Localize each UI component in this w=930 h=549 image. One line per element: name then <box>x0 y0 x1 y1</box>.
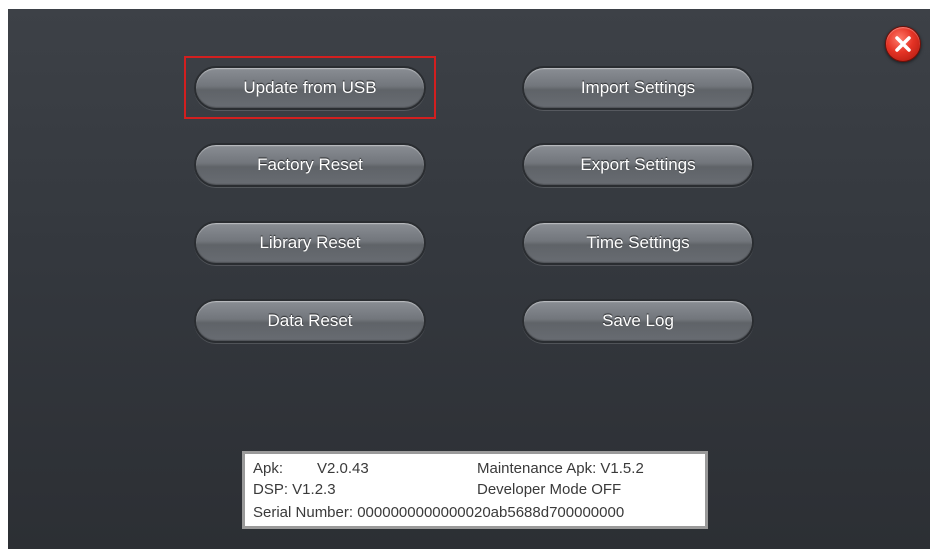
save-log-button[interactable]: Save Log <box>522 299 754 343</box>
update-from-usb-label: Update from USB <box>243 78 377 97</box>
apk-label: Apk: <box>253 460 284 477</box>
library-reset-button[interactable]: Library Reset <box>194 221 426 265</box>
developer-mode-status: Developer Mode OFF <box>477 481 622 498</box>
serial-number: Serial Number: 0000000000000020ab5688d70… <box>253 504 625 521</box>
close-icon <box>895 36 911 52</box>
data-reset-label: Data Reset <box>267 311 353 330</box>
close-button[interactable] <box>885 26 921 62</box>
library-reset-label: Library Reset <box>259 233 361 252</box>
factory-reset-button[interactable]: Factory Reset <box>194 143 426 187</box>
export-settings-label: Export Settings <box>580 155 696 174</box>
apk-version: V2.0.43 <box>317 460 369 477</box>
import-settings-button[interactable]: Import Settings <box>522 66 754 110</box>
maintenance-screen: Update from USB Import Settings Factory … <box>8 9 930 549</box>
dsp-version: DSP: V1.2.3 <box>253 481 336 498</box>
import-settings-label: Import Settings <box>580 78 696 97</box>
save-log-label: Save Log <box>602 311 674 330</box>
update-from-usb-button[interactable]: Update from USB <box>194 66 426 110</box>
version-info-panel: Apk: V2.0.43 Maintenance Apk: V1.5.2 DSP… <box>242 451 708 529</box>
data-reset-button[interactable]: Data Reset <box>194 299 426 343</box>
factory-reset-label: Factory Reset <box>257 155 363 174</box>
export-settings-button[interactable]: Export Settings <box>522 143 754 187</box>
maintenance-apk-version: Maintenance Apk: V1.5.2 <box>477 460 644 477</box>
time-settings-label: Time Settings <box>586 233 690 252</box>
time-settings-button[interactable]: Time Settings <box>522 221 754 265</box>
